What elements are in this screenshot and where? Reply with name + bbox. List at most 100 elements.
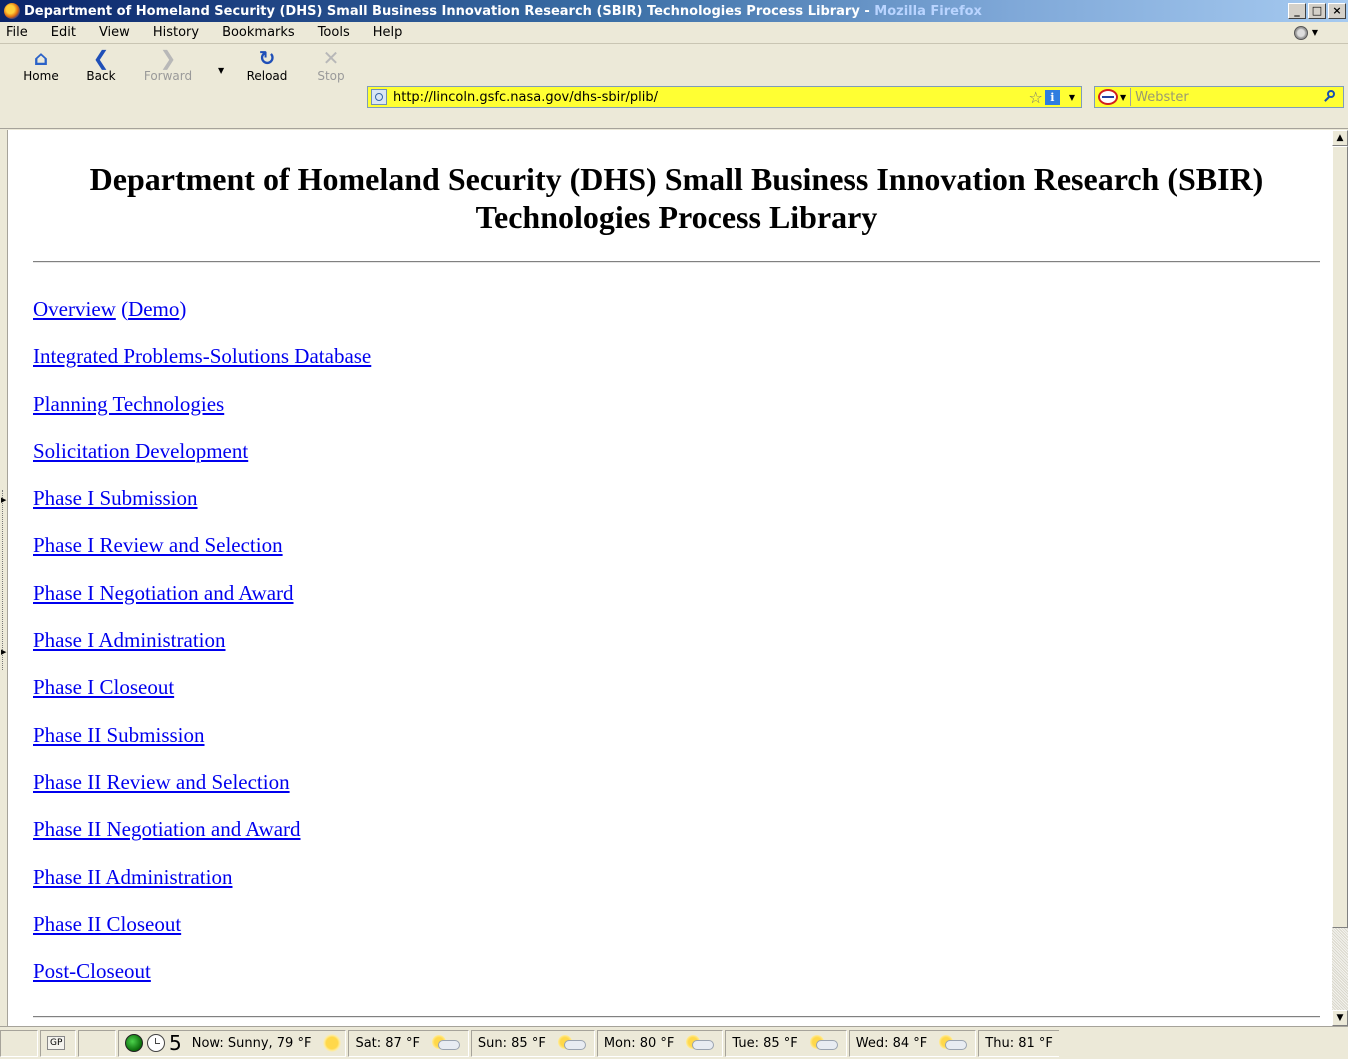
horizontal-rule: [33, 261, 1320, 263]
window-title: Department of Homeland Security (DHS) Sm…: [24, 3, 982, 19]
link-solicitation-development[interactable]: Solicitation Development: [33, 439, 248, 463]
info-icon[interactable]: i: [1044, 89, 1060, 105]
link-list: Overview (Demo) Integrated Problems-Solu…: [33, 296, 733, 1005]
link-phase-i-closeout[interactable]: Phase I Closeout: [33, 675, 174, 699]
menu-view[interactable]: View: [88, 25, 142, 40]
sidebar-splitter[interactable]: ▶ ▶: [0, 130, 8, 1026]
scroll-thumb[interactable]: [1332, 146, 1348, 928]
site-favicon-icon[interactable]: [371, 89, 387, 105]
home-icon: ⌂: [33, 46, 49, 70]
link-phase-ii-administration[interactable]: Phase II Administration: [33, 865, 232, 889]
link-phase-ii-review-and-selection[interactable]: Phase II Review and Selection: [33, 770, 290, 794]
home-button[interactable]: ⌂ Home: [18, 47, 64, 87]
weather-sun: Sun: 85 °F: [477, 1035, 546, 1051]
activity-dropdown-icon[interactable]: ▼: [1312, 28, 1318, 37]
url-text[interactable]: http://lincoln.gsfc.nasa.gov/dhs-sbir/pl…: [393, 90, 1029, 105]
list-item: Phase I Administration: [33, 627, 733, 674]
weather-now[interactable]: Now: Sunny, 79 °F: [192, 1036, 312, 1051]
weather-thu-panel[interactable]: Thu: 81 °F: [978, 1029, 1059, 1057]
maximize-button[interactable]: □: [1308, 3, 1326, 19]
menu-history[interactable]: History: [142, 25, 211, 40]
stop-button[interactable]: ✕ Stop: [308, 47, 354, 87]
menu-tools[interactable]: Tools: [307, 25, 362, 40]
reload-button[interactable]: ↻ Reload: [238, 47, 296, 87]
list-item: Phase II Administration: [33, 864, 733, 911]
status-panel-empty: [78, 1029, 116, 1057]
address-bar[interactable]: http://lincoln.gsfc.nasa.gov/dhs-sbir/pl…: [367, 86, 1082, 108]
weather-thu: Thu: 81 °F: [985, 1035, 1053, 1051]
weather-wed: Wed: 84 °F: [855, 1035, 928, 1051]
status-panel-empty: [0, 1029, 38, 1057]
weather-wed-panel[interactable]: Wed: 84 °F: [848, 1029, 977, 1057]
clock-icon[interactable]: [147, 1034, 165, 1052]
list-item: Phase I Review and Selection: [33, 532, 733, 579]
list-item: Phase I Negotiation and Award: [33, 580, 733, 627]
menu-bookmarks[interactable]: Bookmarks: [211, 25, 307, 40]
weather-sun-panel[interactable]: Sun: 85 °F: [470, 1029, 595, 1057]
expand-arrow-icon: ▶: [1, 496, 7, 504]
activity-throbber-icon[interactable]: [1293, 25, 1308, 40]
green-status-icon[interactable]: [125, 1034, 143, 1052]
link-phase-ii-submission[interactable]: Phase II Submission: [33, 723, 205, 747]
back-arrow-icon: ❮: [92, 46, 110, 70]
scroll-down-button[interactable]: ▼: [1332, 1010, 1348, 1026]
partly-cloudy-icon: [937, 1035, 969, 1051]
menu-file[interactable]: File: [0, 25, 40, 40]
search-input[interactable]: [1135, 88, 1323, 106]
status-panel-gp[interactable]: GP: [40, 1029, 76, 1057]
search-magnifier-icon[interactable]: [1323, 90, 1337, 104]
link-phase-ii-closeout[interactable]: Phase II Closeout: [33, 912, 181, 936]
link-integrated-problems-solutions-database[interactable]: Integrated Problems-Solutions Database: [33, 344, 371, 368]
list-item: Phase II Review and Selection: [33, 769, 733, 816]
link-demo[interactable]: Demo: [128, 297, 179, 321]
window-title-bar[interactable]: Department of Homeland Security (DHS) Sm…: [0, 0, 1348, 22]
link-post-closeout[interactable]: Post-Closeout: [33, 959, 151, 983]
menu-edit[interactable]: Edit: [40, 25, 88, 40]
link-overview[interactable]: Overview: [33, 297, 116, 321]
forward-arrow-icon: ❯: [159, 46, 177, 70]
link-planning-technologies[interactable]: Planning Technologies: [33, 392, 224, 416]
history-dropdown-icon[interactable]: ▼: [218, 66, 224, 75]
weather-mon-panel[interactable]: Mon: 80 °F: [596, 1029, 724, 1057]
search-bar: ▼: [1094, 86, 1344, 108]
navigation-toolbar: ⌂ Home ❮ Back ❯ Forward ▼ ↻ Reload ✕ Sto…: [0, 44, 1348, 129]
scroll-track[interactable]: [1332, 928, 1348, 1010]
url-history-dropdown-icon[interactable]: ▼: [1069, 93, 1075, 102]
link-phase-i-review-and-selection[interactable]: Phase I Review and Selection: [33, 533, 283, 557]
expand-arrow-icon: ▶: [1, 648, 7, 656]
page-title: Department of Homeland Security (DHS) Sm…: [89, 161, 1264, 235]
sunny-icon: [323, 1034, 342, 1052]
link-phase-i-negotiation-and-award[interactable]: Phase I Negotiation and Award: [33, 581, 294, 605]
minimize-button[interactable]: _: [1288, 3, 1306, 19]
status-panel-tools[interactable]: 5 Now: Sunny, 79 °F: [118, 1029, 347, 1057]
weather-sat-panel[interactable]: Sat: 87 °F: [348, 1029, 469, 1057]
search-engine-dropdown-icon[interactable]: ▼: [1120, 93, 1126, 102]
vertical-scrollbar[interactable]: ▲ ▼: [1332, 130, 1348, 1026]
weather-sat: Sat: 87 °F: [355, 1035, 420, 1051]
partly-cloudy-icon: [808, 1035, 840, 1051]
search-engine-icon[interactable]: [1098, 89, 1118, 105]
link-phase-i-submission[interactable]: Phase I Submission: [33, 486, 198, 510]
list-item: Phase II Closeout: [33, 911, 733, 958]
list-item: Phase II Negotiation and Award: [33, 816, 733, 863]
reload-icon: ↻: [258, 46, 276, 70]
menu-bar: File Edit View History Bookmarks Tools H…: [0, 22, 1348, 44]
horizontal-rule: [33, 1016, 1320, 1018]
firefox-icon: [4, 3, 20, 19]
close-button[interactable]: ×: [1328, 3, 1346, 19]
link-phase-ii-negotiation-and-award[interactable]: Phase II Negotiation and Award: [33, 817, 301, 841]
list-item: Phase I Submission: [33, 485, 733, 532]
menu-help[interactable]: Help: [362, 25, 415, 40]
bookmark-star-icon[interactable]: ☆: [1029, 88, 1043, 107]
forward-button[interactable]: ❯ Forward: [134, 47, 202, 87]
partly-cloudy-icon: [684, 1035, 716, 1051]
partly-cloudy-icon: [556, 1035, 588, 1051]
list-item: Post-Closeout: [33, 958, 733, 1005]
link-phase-i-administration[interactable]: Phase I Administration: [33, 628, 226, 652]
back-button[interactable]: ❮ Back: [78, 47, 124, 87]
list-item: Solicitation Development: [33, 438, 733, 485]
weather-tue-panel[interactable]: Tue: 85 °F: [725, 1029, 847, 1057]
list-item: Planning Technologies: [33, 391, 733, 438]
scroll-up-button[interactable]: ▲: [1332, 130, 1348, 146]
page-viewport: Department of Homeland Security (DHS) Sm…: [8, 130, 1332, 1026]
